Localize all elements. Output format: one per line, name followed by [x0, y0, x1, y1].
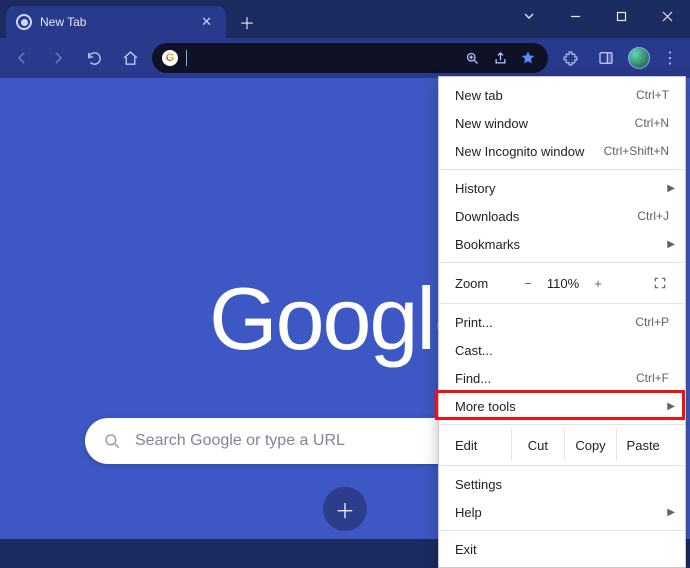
menu-label: New window	[455, 116, 528, 131]
text-cursor	[186, 50, 187, 66]
menu-label: Find...	[455, 371, 491, 386]
share-icon[interactable]	[490, 51, 510, 66]
menu-shortcut: Ctrl+P	[635, 315, 669, 329]
menu-shortcut: Ctrl+Shift+N	[604, 144, 669, 158]
new-tab-button[interactable]: ＋	[234, 9, 260, 35]
zoom-out-button[interactable]: −	[515, 276, 541, 291]
menu-exit[interactable]: Exit	[439, 535, 685, 563]
menu-label: New tab	[455, 88, 503, 103]
menu-history[interactable]: History ▶	[439, 174, 685, 202]
menu-label: More tools	[455, 399, 516, 414]
menu-bookmarks[interactable]: Bookmarks ▶	[439, 230, 685, 258]
bookmark-star-icon[interactable]	[518, 50, 538, 66]
menu-separator	[439, 303, 685, 304]
side-panel-icon[interactable]	[592, 44, 620, 72]
browser-tab[interactable]: New Tab ✕	[6, 6, 226, 38]
menu-label: New Incognito window	[455, 144, 584, 159]
paste-button[interactable]: Paste	[616, 429, 669, 461]
add-shortcut-button[interactable]: ＋	[323, 487, 367, 531]
submenu-arrow-icon: ▶	[667, 239, 675, 250]
submenu-arrow-icon: ▶	[667, 183, 675, 194]
omnibox[interactable]: G	[152, 43, 548, 73]
reload-button[interactable]	[80, 44, 108, 72]
menu-separator	[439, 262, 685, 263]
zoom-in-button[interactable]: +	[585, 276, 611, 291]
back-button[interactable]	[8, 44, 36, 72]
menu-settings[interactable]: Settings	[439, 470, 685, 498]
submenu-arrow-icon: ▶	[667, 401, 675, 412]
tab-title: New Tab	[40, 15, 86, 29]
menu-separator	[439, 424, 685, 425]
menu-new-tab[interactable]: New tab Ctrl+T	[439, 81, 685, 109]
edit-label: Edit	[455, 438, 511, 453]
zoom-indicator-icon[interactable]	[462, 51, 482, 66]
menu-help[interactable]: Help ▶	[439, 498, 685, 526]
cut-button[interactable]: Cut	[511, 429, 564, 461]
menu-shortcut: Ctrl+N	[635, 116, 669, 130]
menu-label: Bookmarks	[455, 237, 520, 252]
close-window-button[interactable]	[644, 0, 690, 32]
menu-find[interactable]: Find... Ctrl+F	[439, 364, 685, 392]
menu-downloads[interactable]: Downloads Ctrl+J	[439, 202, 685, 230]
zoom-value: 110%	[541, 276, 585, 291]
profile-avatar[interactable]	[628, 47, 650, 69]
menu-cast[interactable]: Cast...	[439, 336, 685, 364]
close-tab-icon[interactable]: ✕	[197, 14, 216, 30]
chrome-menu: New tab Ctrl+T New window Ctrl+N New Inc…	[438, 76, 686, 568]
forward-button[interactable]	[44, 44, 72, 72]
menu-label: Settings	[455, 477, 502, 492]
google-search-icon: G	[162, 50, 178, 66]
menu-label: Help	[455, 505, 482, 520]
menu-label: Downloads	[455, 209, 519, 224]
menu-separator	[439, 530, 685, 531]
extensions-icon[interactable]	[556, 44, 584, 72]
menu-label: Cast...	[455, 343, 493, 358]
window-controls	[506, 0, 690, 32]
submenu-arrow-icon: ▶	[667, 507, 675, 518]
menu-label: Exit	[455, 542, 477, 557]
menu-zoom-row: Zoom − 110% +	[439, 267, 685, 299]
titlebar: New Tab ✕ ＋	[0, 0, 690, 38]
menu-incognito[interactable]: New Incognito window Ctrl+Shift+N	[439, 137, 685, 165]
toolbar: G ⋮	[0, 38, 690, 78]
menu-label: Print...	[455, 315, 493, 330]
menu-edit-row: Edit Cut Copy Paste	[439, 429, 685, 461]
maximize-button[interactable]	[598, 0, 644, 32]
zoom-label: Zoom	[455, 276, 515, 291]
chrome-favicon-icon	[16, 14, 32, 30]
caption-dropdown-icon[interactable]	[506, 0, 552, 32]
menu-new-window[interactable]: New window Ctrl+N	[439, 109, 685, 137]
menu-shortcut: Ctrl+T	[636, 88, 669, 102]
menu-label: History	[455, 181, 495, 196]
search-icon	[103, 432, 121, 450]
chrome-menu-button[interactable]: ⋮	[658, 43, 682, 73]
copy-button[interactable]: Copy	[564, 429, 617, 461]
fullscreen-icon[interactable]	[651, 274, 669, 292]
menu-separator	[439, 169, 685, 170]
minimize-button[interactable]	[552, 0, 598, 32]
search-placeholder: Search Google or type a URL	[135, 432, 345, 450]
menu-shortcut: Ctrl+J	[637, 209, 669, 223]
menu-more-tools[interactable]: More tools ▶	[439, 392, 685, 420]
menu-print[interactable]: Print... Ctrl+P	[439, 308, 685, 336]
home-button[interactable]	[116, 44, 144, 72]
menu-shortcut: Ctrl+F	[636, 371, 669, 385]
menu-separator	[439, 465, 685, 466]
